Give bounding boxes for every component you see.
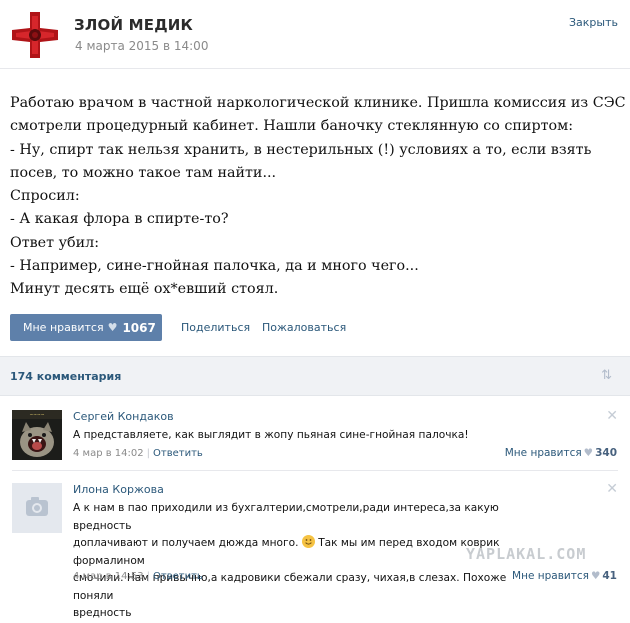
comment-text-line: А к нам в пао приходили из бухгалтерии,с…	[73, 502, 499, 532]
post-text-line: смотрели процедурный кабинет. Нашли бано…	[10, 118, 574, 135]
close-icon[interactable]: ✕	[606, 481, 618, 497]
comment-divider	[12, 470, 618, 471]
comment-like-label: Мне нравится	[512, 570, 589, 582]
comment-like-button[interactable]: Мне нравится ♥ 340	[505, 447, 617, 459]
post-header: ЗЛОЙ МЕДИК 4 марта 2015 в 14:00 Закрыть	[0, 0, 630, 69]
comment-date[interactable]: 4 мар в 14:02	[73, 448, 144, 459]
cat-photo-icon: ~~~~	[12, 410, 62, 460]
comment-text-segment: доплачивают и получаем дюжда много.	[73, 537, 299, 549]
comment-like-count: 340	[595, 447, 617, 459]
post-text-line: Спросил:	[10, 188, 80, 205]
post-text-line: Ответ убил:	[10, 234, 100, 251]
post-text-line: Минут десять ещё ох*евший стоял.	[10, 281, 279, 298]
commenter-name[interactable]: Илона Коржова	[73, 483, 164, 496]
post-text-line: - Например, сине-гнойная палочка, да и м…	[10, 258, 419, 275]
heart-icon: ♥	[583, 447, 594, 459]
smile-emoji-icon	[301, 535, 315, 548]
heart-icon: ♥	[107, 321, 118, 334]
smile-face-icon	[302, 535, 315, 548]
site-watermark: YAPLAKAL.COM	[466, 545, 587, 563]
post-text-line: - А какая флора в спирте-то?	[10, 211, 229, 228]
comment-like-count: 41	[602, 570, 617, 582]
commenter-avatar[interactable]	[12, 483, 62, 533]
like-button[interactable]: Мне нравится ♥ 1067	[10, 314, 162, 341]
post-date[interactable]: 4 марта 2015 в 14:00	[75, 39, 208, 53]
post-text-line: Работаю врачом в частной наркологической…	[10, 95, 630, 111]
post-text-line: - Ну, спирт так нельзя хранить, в нестер…	[10, 141, 592, 158]
comment-meta: 4 мар в 14:53 | Ответить	[73, 571, 203, 582]
comment-like-label: Мне нравится	[504, 447, 582, 459]
comment-text: А представляете, как выглядит в жопу пья…	[73, 429, 469, 441]
comment-meta: 4 мар в 14:02 | Ответить	[73, 448, 203, 459]
report-link[interactable]: Пожаловаться	[262, 321, 346, 334]
commenter-name[interactable]: Сергей Кондаков	[73, 410, 174, 423]
author-name[interactable]: ЗЛОЙ МЕДИК	[74, 16, 193, 34]
comments-count[interactable]: 174 комментария	[10, 370, 121, 383]
red-cross-logo-icon	[10, 10, 60, 60]
post-text: Работаю врачом в частной наркологической…	[10, 92, 630, 302]
close-button[interactable]: Закрыть	[569, 16, 618, 29]
like-button-label: Мне нравится	[23, 321, 104, 334]
comment-like-button[interactable]: Мне нравится ♥ 41	[512, 570, 617, 582]
separator: |	[146, 571, 151, 582]
comments-header: 174 комментария ⇅	[0, 356, 630, 396]
commenter-avatar[interactable]: ~~~~	[12, 410, 62, 460]
post-text-line: посев, то можно такое там найти...	[10, 164, 277, 181]
like-count: 1067	[122, 320, 156, 335]
comment-date[interactable]: 4 мар в 14:53	[73, 571, 144, 582]
camera-placeholder-icon	[12, 483, 62, 533]
share-link[interactable]: Поделиться	[181, 321, 250, 334]
close-icon[interactable]: ✕	[606, 408, 618, 424]
reply-link[interactable]: Ответить	[153, 571, 203, 582]
author-avatar[interactable]	[10, 10, 60, 60]
reply-link[interactable]: Ответить	[153, 448, 203, 459]
comment-text-line: вредность	[73, 607, 132, 619]
sort-arrows-icon[interactable]: ⇅	[601, 368, 612, 383]
svg-text:~~~~: ~~~~	[29, 413, 44, 418]
separator: |	[146, 448, 151, 459]
heart-icon: ♥	[590, 570, 601, 582]
